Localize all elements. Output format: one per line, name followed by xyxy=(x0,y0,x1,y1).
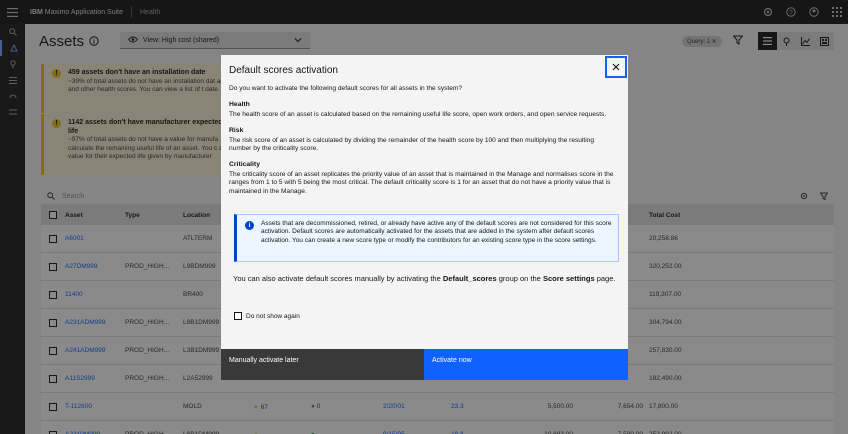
close-button[interactable] xyxy=(605,56,627,78)
modal-body: Do you want to activate the following de… xyxy=(229,85,614,204)
risk-heading: Risk xyxy=(229,127,244,135)
manually-activate-later-button[interactable]: Manually activate later xyxy=(221,349,424,380)
info-notification: i Assets that are decommissioned, retire… xyxy=(234,214,619,262)
do-not-show-checkbox[interactable] xyxy=(234,312,242,320)
health-description: The health score of an asset is calculat… xyxy=(229,110,607,118)
risk-description: The risk score of an asset is calculated… xyxy=(229,136,595,153)
notice-text: Assets that are decommissioned, retired,… xyxy=(261,220,612,244)
manual-text-post: page. xyxy=(594,274,616,283)
health-heading: Health xyxy=(229,101,250,109)
activate-now-button[interactable]: Activate now xyxy=(424,349,628,380)
score-settings-page: Score settings xyxy=(542,274,595,283)
manual-text-mid: group on the xyxy=(496,274,543,283)
modal-title: Default scores activation xyxy=(229,65,338,76)
modal-intro: Do you want to activate the following de… xyxy=(229,85,463,92)
manual-activation-text: You can also activate default scores man… xyxy=(233,273,618,284)
do-not-show-again[interactable]: Do not show again xyxy=(234,312,300,320)
default-scores-group: Default_scores xyxy=(442,274,497,283)
manual-text-pre: You can also activate default scores man… xyxy=(233,274,443,283)
criticality-description: The criticality score of an asset replic… xyxy=(229,170,614,195)
default-scores-modal: Default scores activation Do you want to… xyxy=(221,55,628,380)
info-circle-icon: i xyxy=(245,221,254,230)
criticality-heading: Criticality xyxy=(229,161,260,169)
do-not-show-label: Do not show again xyxy=(246,312,300,320)
close-icon xyxy=(612,63,620,71)
